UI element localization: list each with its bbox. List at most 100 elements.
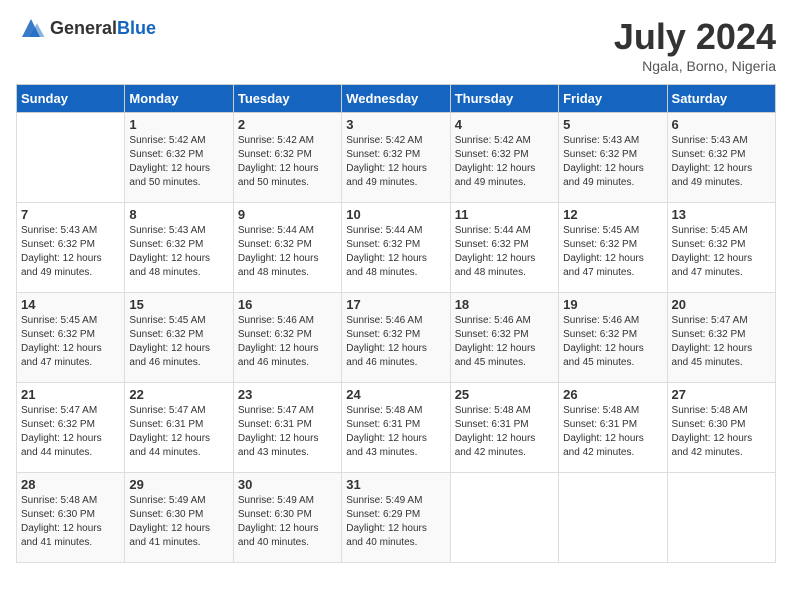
title-block: July 2024 Ngala, Borno, Nigeria [614,16,776,74]
calendar-cell: 5Sunrise: 5:43 AMSunset: 6:32 PMDaylight… [559,113,667,203]
calendar-cell: 7 Sunrise: 5:43 AMSunset: 6:32 PMDaylight… [17,203,125,293]
day-info: Sunrise: 5:43 AMSunset: 6:32 PMDaylight:… [21,224,120,280]
calendar-cell [559,473,667,563]
daylight-text: Daylight: 12 hours and 47 minutes. [563,252,662,280]
calendar-cell [450,473,558,563]
daylight-text: Daylight: 12 hours and 49 minutes. [21,252,120,280]
day-number: 27 [672,387,771,402]
calendar-week-0: 1Sunrise: 5:42 AMSunset: 6:32 PMDaylight… [17,113,776,203]
sunset-text: Sunset: 6:30 PM [672,418,771,432]
sunset-text: Sunset: 6:32 PM [21,238,120,252]
sunrise-text: Sunrise: 5:44 AM [238,224,337,238]
daylight-text: Daylight: 12 hours and 49 minutes. [672,162,771,190]
month-title: July 2024 [614,16,776,58]
daylight-text: Daylight: 12 hours and 41 minutes. [129,522,228,550]
daylight-text: Daylight: 12 hours and 44 minutes. [129,432,228,460]
daylight-text: Daylight: 12 hours and 48 minutes. [346,252,445,280]
calendar-body: 1Sunrise: 5:42 AMSunset: 6:32 PMDaylight… [17,113,776,563]
sunrise-text: Sunrise: 5:46 AM [346,314,445,328]
day-number: 20 [672,297,771,312]
day-number: 28 [21,477,120,492]
day-number: 26 [563,387,662,402]
daylight-text: Daylight: 12 hours and 49 minutes. [563,162,662,190]
sunrise-text: Sunrise: 5:49 AM [346,494,445,508]
calendar-cell: 20Sunrise: 5:47 AMSunset: 6:32 PMDayligh… [667,293,775,383]
day-info: Sunrise: 5:48 AMSunset: 6:30 PMDaylight:… [21,494,120,550]
day-number: 3 [346,117,445,132]
day-number: 23 [238,387,337,402]
day-info: Sunrise: 5:42 AMSunset: 6:32 PMDaylight:… [238,134,337,190]
day-number: 22 [129,387,228,402]
day-number: 6 [672,117,771,132]
day-info: Sunrise: 5:45 AMSunset: 6:32 PMDaylight:… [129,314,228,370]
sunset-text: Sunset: 6:30 PM [129,508,228,522]
col-monday: Monday [125,85,233,113]
calendar-cell: 3 Sunrise: 5:42 AMSunset: 6:32 PMDaylight… [342,113,450,203]
sunrise-text: Sunrise: 5:48 AM [21,494,120,508]
logo-icon [16,16,46,40]
day-info: Sunrise: 5:44 AMSunset: 6:32 PMDaylight:… [455,224,554,280]
sunrise-text: Sunrise: 5:47 AM [129,404,228,418]
daylight-text: Daylight: 12 hours and 45 minutes. [455,342,554,370]
daylight-text: Daylight: 12 hours and 49 minutes. [455,162,554,190]
col-friday: Friday [559,85,667,113]
sunrise-text: Sunrise: 5:48 AM [563,404,662,418]
sunrise-text: Sunrise: 5:46 AM [563,314,662,328]
sunrise-text: Sunrise: 5:48 AM [672,404,771,418]
day-info: Sunrise: 5:48 AMSunset: 6:31 PMDaylight:… [346,404,445,460]
daylight-text: Daylight: 12 hours and 48 minutes. [238,252,337,280]
col-tuesday: Tuesday [233,85,341,113]
logo-general: General [50,18,117,38]
sunset-text: Sunset: 6:32 PM [346,328,445,342]
calendar-cell: 17Sunrise: 5:46 AMSunset: 6:32 PMDayligh… [342,293,450,383]
sunrise-text: Sunrise: 5:47 AM [238,404,337,418]
day-info: Sunrise: 5:46 AMSunset: 6:32 PMDaylight:… [346,314,445,370]
sunset-text: Sunset: 6:29 PM [346,508,445,522]
calendar-cell: 30Sunrise: 5:49 AMSunset: 6:30 PMDayligh… [233,473,341,563]
sunset-text: Sunset: 6:32 PM [563,238,662,252]
day-number: 24 [346,387,445,402]
sunrise-text: Sunrise: 5:42 AM [455,134,554,148]
sunset-text: Sunset: 6:32 PM [238,328,337,342]
col-wednesday: Wednesday [342,85,450,113]
daylight-text: Daylight: 12 hours and 40 minutes. [346,522,445,550]
sunrise-text: Sunrise: 5:45 AM [563,224,662,238]
day-number: 7 [21,207,120,222]
daylight-text: Daylight: 12 hours and 46 minutes. [238,342,337,370]
location-subtitle: Ngala, Borno, Nigeria [614,58,776,74]
calendar-cell: 18 Sunrise: 5:46 AMSunset: 6:32 PMDayligh… [450,293,558,383]
day-number: 18 [455,297,554,312]
calendar-cell: 26Sunrise: 5:48 AMSunset: 6:31 PMDayligh… [559,383,667,473]
sunset-text: Sunset: 6:32 PM [346,238,445,252]
sunset-text: Sunset: 6:32 PM [129,148,228,162]
daylight-text: Daylight: 12 hours and 40 minutes. [238,522,337,550]
sunrise-text: Sunrise: 5:47 AM [672,314,771,328]
calendar-cell: 12Sunrise: 5:45 AMSunset: 6:32 PMDayligh… [559,203,667,293]
day-number: 13 [672,207,771,222]
page-header: GeneralBlue July 2024 Ngala, Borno, Nige… [16,16,776,74]
sunset-text: Sunset: 6:32 PM [346,148,445,162]
day-info: Sunrise: 5:46 AMSunset: 6:32 PMDaylight:… [455,314,554,370]
day-number: 9 [238,207,337,222]
day-info: Sunrise: 5:43 AMSunset: 6:32 PMDaylight:… [129,224,228,280]
day-info: Sunrise: 5:45 AMSunset: 6:32 PMDaylight:… [672,224,771,280]
day-info: Sunrise: 5:42 AMSunset: 6:32 PMDaylight:… [346,134,445,190]
day-number: 21 [21,387,120,402]
calendar-cell: 14Sunrise: 5:45 AMSunset: 6:32 PMDayligh… [17,293,125,383]
day-number: 31 [346,477,445,492]
sunset-text: Sunset: 6:32 PM [672,238,771,252]
sunrise-text: Sunrise: 5:42 AM [346,134,445,148]
sunrise-text: Sunrise: 5:44 AM [455,224,554,238]
sunset-text: Sunset: 6:31 PM [346,418,445,432]
daylight-text: Daylight: 12 hours and 47 minutes. [21,342,120,370]
daylight-text: Daylight: 12 hours and 41 minutes. [21,522,120,550]
day-info: Sunrise: 5:49 AMSunset: 6:30 PMDaylight:… [238,494,337,550]
daylight-text: Daylight: 12 hours and 42 minutes. [672,432,771,460]
day-info: Sunrise: 5:49 AMSunset: 6:30 PMDaylight:… [129,494,228,550]
sunrise-text: Sunrise: 5:42 AM [129,134,228,148]
col-thursday: Thursday [450,85,558,113]
sunrise-text: Sunrise: 5:45 AM [672,224,771,238]
calendar-cell: 4Sunrise: 5:42 AMSunset: 6:32 PMDaylight… [450,113,558,203]
daylight-text: Daylight: 12 hours and 43 minutes. [346,432,445,460]
sunrise-text: Sunrise: 5:47 AM [21,404,120,418]
